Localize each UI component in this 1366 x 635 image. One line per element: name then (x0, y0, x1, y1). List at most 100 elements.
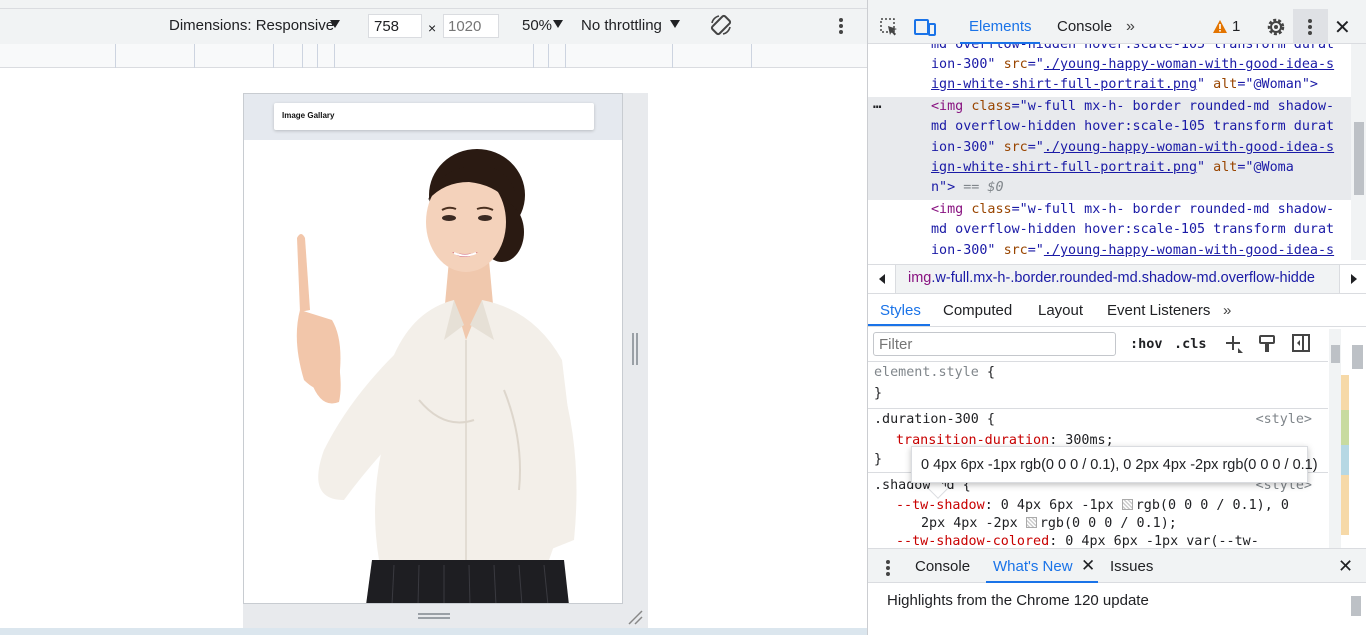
css-value[interactable]: : 0 4px 6px -1px var(--tw- (1049, 534, 1259, 548)
css-value[interactable]: : 0 4px 6px -1px (985, 498, 1122, 513)
hover-state-toggle[interactable]: :hov (1130, 336, 1163, 352)
gallery-card: Image Gallary (274, 103, 594, 130)
color-swatch-icon[interactable] (1025, 517, 1037, 528)
zoom-dropdown[interactable]: 50% (522, 17, 552, 34)
code-text: =" (1027, 140, 1044, 155)
code-text: ="w-full mx-h- border rounded-md shadow- (1011, 99, 1335, 114)
screen: Dimensions: Responsive × 50% No throttli… (0, 0, 1366, 635)
height-input[interactable] (443, 14, 499, 38)
times-separator: × (428, 20, 437, 36)
tab-console[interactable]: Console (1057, 18, 1112, 35)
css-value[interactable]: 2px 4px -2px (921, 516, 1026, 531)
more-tabs-icon[interactable]: » (1126, 18, 1135, 36)
resource-link[interactable]: ign-white-shirt-full-portrait.png (931, 160, 1197, 175)
close-drawer-icon[interactable]: ✕ (1338, 556, 1353, 577)
device-toggle-icon[interactable] (914, 17, 936, 37)
more-options-icon[interactable] (832, 16, 850, 36)
code-text: ="w-full mx-h- border rounded-md shadow- (1011, 202, 1335, 217)
drawer-menu-icon[interactable] (885, 558, 891, 576)
code-text: md overflow-hidden hover:scale-105 trans… (931, 119, 1335, 134)
resource-link[interactable]: ./young-happy-woman-with-good-idea-s (1044, 140, 1334, 155)
code-text: " (1197, 160, 1214, 175)
scrollbar-thumb[interactable] (1354, 122, 1364, 195)
warning-icon[interactable] (1212, 19, 1228, 34)
styles-filter-bar: :hov .cls (868, 328, 1328, 362)
code-text: " (1197, 77, 1214, 92)
close-icon[interactable]: ✕ (1334, 15, 1351, 40)
code-text: n"> (931, 180, 956, 195)
attr-name: class (971, 99, 1012, 114)
tab-styles[interactable]: Styles (880, 302, 921, 319)
breadcrumb-classes: .w-full.mx-h-.border.rounded-md.shadow-m… (931, 270, 1315, 286)
tab-computed[interactable]: Computed (943, 302, 1012, 319)
code-text: ion-300" (931, 57, 1004, 72)
drawer-tab-whats-new[interactable]: What's New (993, 558, 1073, 575)
attr-name: src (1003, 140, 1028, 155)
rule-selector: element.style (874, 365, 979, 380)
css-value[interactable]: rgb(0 0 0 / 0.1); (1040, 516, 1177, 531)
selected-marker: == $0 (955, 180, 1004, 195)
new-style-rule-icon[interactable] (1224, 334, 1244, 354)
code-text: =" (1027, 57, 1044, 72)
attr-name: alt (1213, 77, 1238, 92)
drawer-tabbar: Console What's New ✕ Issues ✕ (868, 548, 1366, 583)
scrollbar-thumb[interactable] (1331, 345, 1340, 363)
attr-name: alt (1213, 160, 1238, 175)
filter-input[interactable] (873, 332, 1116, 356)
sidebar-toggle-icon[interactable] (1292, 334, 1310, 352)
scrollbar-thumb[interactable] (1352, 345, 1363, 369)
css-property[interactable]: --tw-shadow-colored (896, 534, 1049, 548)
close-tab-icon[interactable]: ✕ (1081, 556, 1095, 576)
media-query-bar[interactable] (0, 44, 867, 68)
brace: { (978, 365, 995, 380)
scrollbar-thumb[interactable] (1351, 596, 1361, 616)
dimensions-dropdown[interactable]: Dimensions: Responsive (169, 17, 334, 34)
triangle-left-icon (879, 274, 885, 284)
code-text: md overflow-hidden hover:scale-105 trans… (931, 222, 1335, 237)
code-text: md overflow-hidden hover:scale-105 trans… (931, 44, 1335, 52)
styles-tabbar: Styles Computed Layout Event Listeners » (868, 294, 1366, 327)
inspect-element-icon[interactable] (879, 17, 899, 37)
attr-name: src (1003, 243, 1028, 258)
more-tabs-icon[interactable]: » (1223, 302, 1231, 319)
drawer-content: Highlights from the Chrome 120 update (868, 584, 1366, 635)
css-property[interactable]: --tw-shadow (896, 498, 985, 513)
scroll-left-button[interactable] (868, 265, 896, 293)
scroll-right-button[interactable] (1339, 265, 1366, 293)
brace: } (874, 386, 883, 401)
breadcrumb: img.w-full.mx-h-.border.rounded-md.shado… (868, 264, 1366, 294)
resize-handle-icon[interactable] (632, 333, 638, 365)
paint-brush-icon[interactable] (1258, 334, 1276, 354)
brace: { (978, 412, 995, 427)
caret-down-icon (670, 20, 680, 28)
tab-layout[interactable]: Layout (1038, 302, 1083, 319)
width-input[interactable] (368, 14, 422, 38)
resize-corner-icon[interactable] (627, 609, 643, 625)
rule-source-link[interactable]: <style> (1256, 412, 1312, 427)
drawer-tab-console[interactable]: Console (915, 558, 970, 575)
node-actions-icon[interactable]: … (873, 94, 881, 115)
resource-link[interactable]: ./young-happy-woman-with-good-idea-s (1044, 243, 1334, 258)
class-toggle[interactable]: .cls (1174, 336, 1207, 352)
rotate-icon[interactable] (709, 13, 733, 37)
throttling-dropdown[interactable]: No throttling (581, 17, 662, 34)
color-swatch-icon[interactable] (1121, 499, 1133, 510)
elements-tree[interactable]: … md overflow-hidden hover:scale-105 tra… (868, 44, 1366, 260)
drawer-tab-issues[interactable]: Issues (1110, 558, 1153, 575)
gallery-title: Image Gallary (282, 111, 335, 120)
attr-name: src (1003, 57, 1028, 72)
tab-elements[interactable]: Elements (969, 18, 1032, 35)
device-toolbar: Dimensions: Responsive × 50% No throttli… (0, 9, 867, 44)
resource-link[interactable]: ign-white-shirt-full-portrait.png (931, 77, 1197, 92)
tab-event-listeners[interactable]: Event Listeners (1107, 302, 1210, 319)
css-value[interactable]: rgb(0 0 0 / 0.1), 0 (1136, 498, 1289, 513)
resource-link[interactable]: ./young-happy-woman-with-good-idea-s (1044, 57, 1334, 72)
caret-down-icon (330, 20, 340, 28)
code-text: =" (1027, 243, 1044, 258)
bottom-strip (0, 628, 867, 635)
warning-count[interactable]: 1 (1232, 18, 1240, 35)
settings-gear-icon[interactable] (1265, 16, 1287, 38)
resize-handle-icon[interactable] (418, 613, 450, 619)
breadcrumb-item[interactable]: img.w-full.mx-h-.border.rounded-md.shado… (908, 270, 1338, 286)
customize-devtools-button[interactable] (1293, 9, 1328, 44)
